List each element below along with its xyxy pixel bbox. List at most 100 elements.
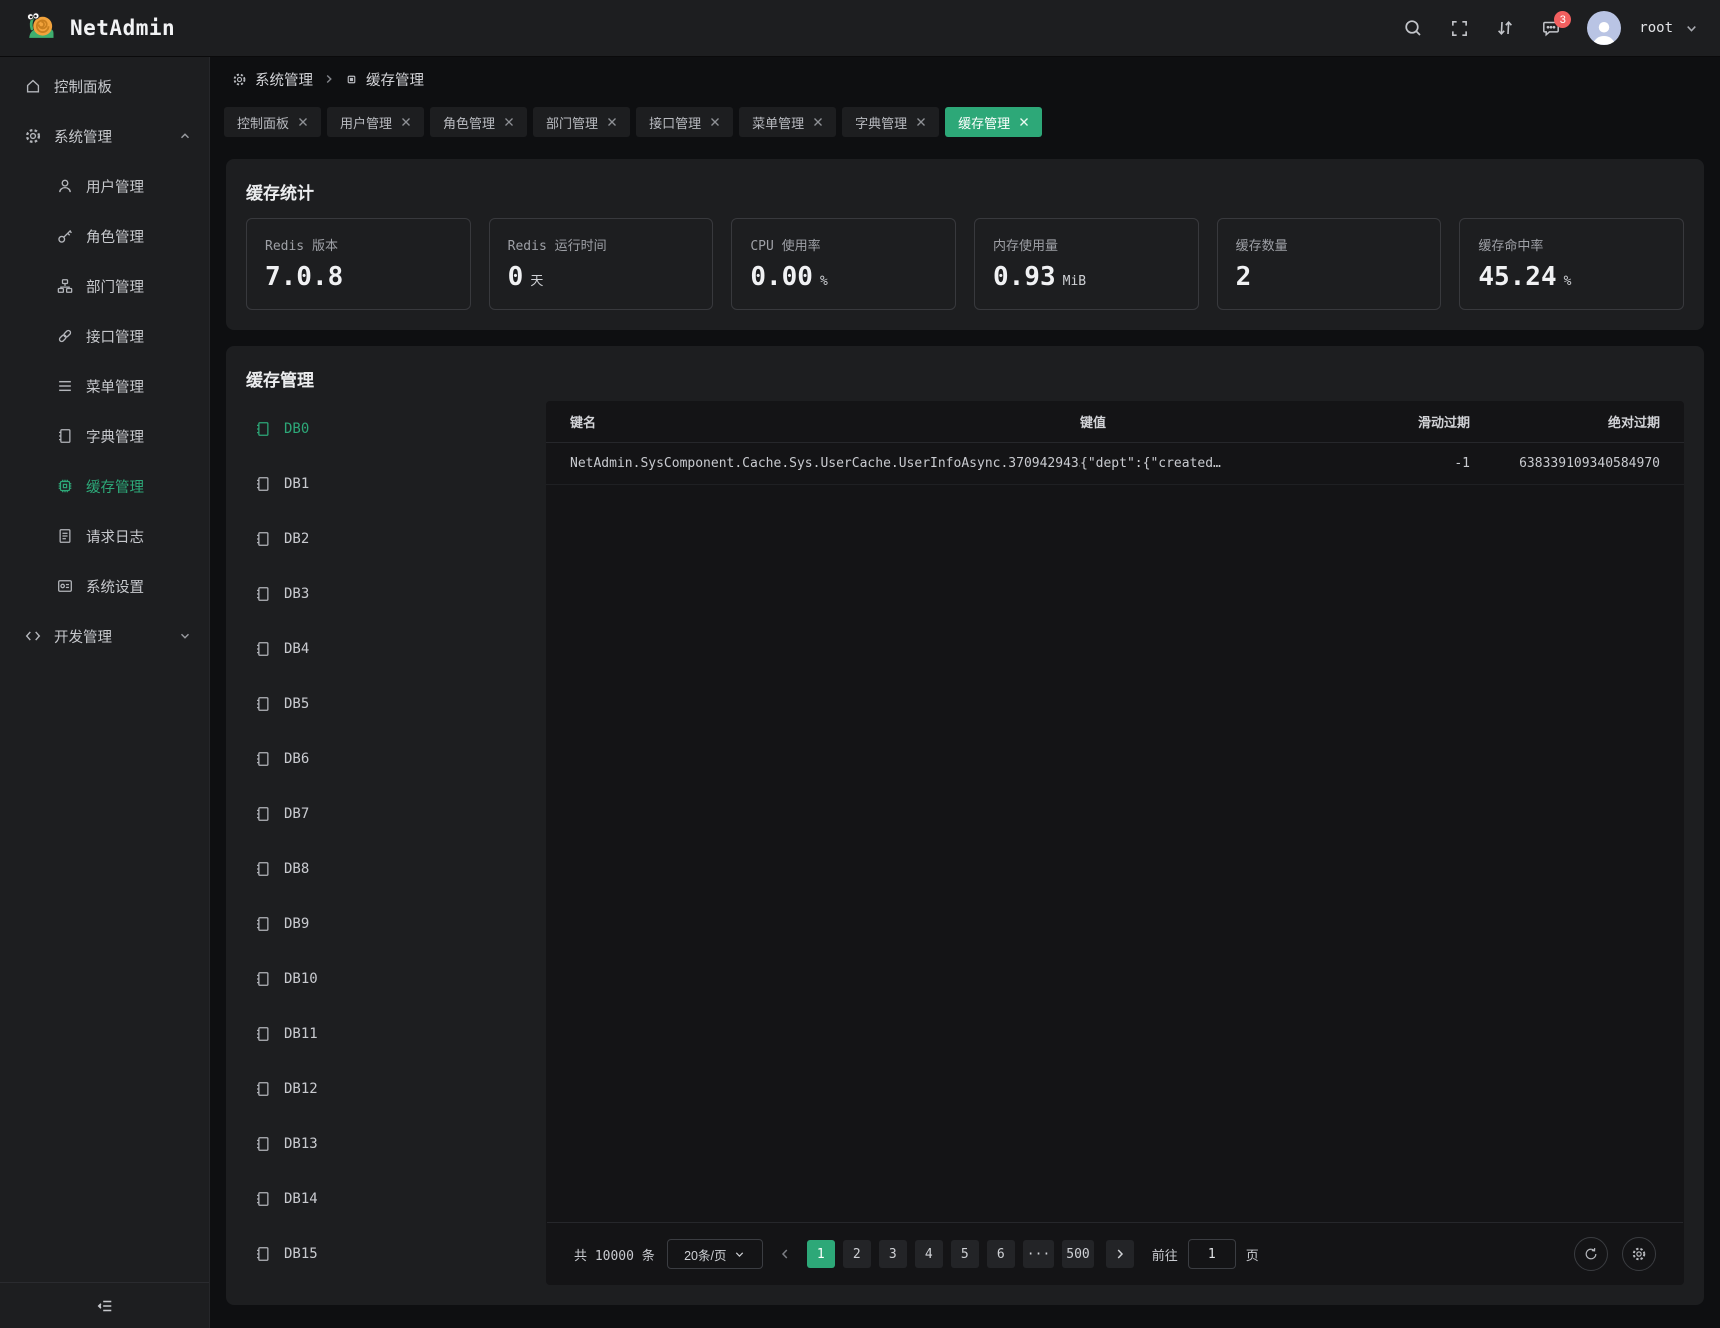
table-settings-button[interactable] [1622,1237,1656,1271]
db-label: DB11 [284,1026,318,1042]
user-menu-chevron-down-icon[interactable] [1685,22,1698,35]
page-button-500[interactable]: 500 [1062,1240,1093,1268]
db-item-db2[interactable]: DB2 [246,511,546,566]
stat-card-cpu-usage: CPU 使用率 0.00% [731,218,956,310]
refresh-button[interactable] [1574,1237,1608,1271]
db-label: DB7 [284,806,309,822]
page-button-2[interactable]: 2 [843,1240,871,1268]
db-item-db13[interactable]: DB13 [246,1116,546,1171]
db-item-db0[interactable]: DB0 [246,401,546,456]
sidebar-item-development[interactable]: 开发管理 [0,611,209,661]
db-item-db3[interactable]: DB3 [246,566,546,621]
sidebar-item-menus[interactable]: 菜单管理 [0,361,209,411]
tab-users[interactable]: 用户管理 [327,107,424,137]
database-icon [254,640,272,658]
db-item-db5[interactable]: DB5 [246,676,546,731]
stat-label: 缓存数量 [1236,235,1423,254]
tab-dashboard[interactable]: 控制面板 [224,107,321,137]
main-area: 缓存统计 Redis 版本 7.0.8 Redis 运行时间 0天 CPU 使用… [210,143,1720,1328]
tab-departments[interactable]: 部门管理 [533,107,630,137]
database-icon [254,750,272,768]
prev-page-button[interactable] [775,1248,795,1260]
tab-dictionary[interactable]: 字典管理 [842,107,939,137]
goto-page-input[interactable] [1188,1239,1236,1269]
page-button-4[interactable]: 4 [915,1240,943,1268]
sidebar-item-system[interactable]: 系统管理 [0,111,209,161]
key-icon [56,227,74,245]
sidebar-item-label: 角色管理 [86,226,144,247]
sidebar-item-departments[interactable]: 部门管理 [0,261,209,311]
fullscreen-button[interactable] [1441,10,1477,46]
db-item-db11[interactable]: DB11 [246,1006,546,1061]
brand[interactable]: NetAdmin [22,10,175,46]
sidebar-item-dashboard[interactable]: 控制面板 [0,61,209,111]
sidebar-item-request-logs[interactable]: 请求日志 [0,511,209,561]
tab-label: 控制面板 [237,113,289,132]
next-page-button[interactable] [1106,1240,1134,1268]
username-label[interactable]: root [1639,20,1673,36]
db-label: DB10 [284,971,318,987]
cache-table-container: 键名 键值 滑动过期 绝对过期 NetAdmin.SysComponent.Ca… [546,401,1684,1285]
sidebar-item-label: 控制面板 [54,76,112,97]
db-label: DB5 [284,696,309,712]
search-button[interactable] [1395,10,1431,46]
code-icon [24,627,42,645]
close-icon[interactable] [298,117,308,127]
close-icon[interactable] [1019,117,1029,127]
db-item-db15[interactable]: DB15 [246,1226,546,1281]
db-item-db14[interactable]: DB14 [246,1171,546,1226]
sidebar-item-label: 请求日志 [86,526,144,547]
sidebar-collapse-button[interactable] [0,1282,209,1328]
page-button-5[interactable]: 5 [951,1240,979,1268]
breadcrumb-system[interactable]: 系统管理 [232,69,313,90]
layout-switch-button[interactable] [1487,10,1523,46]
notifications-button[interactable]: 3 [1533,10,1569,46]
close-icon[interactable] [710,117,720,127]
gear-icon [232,72,247,87]
page-button-6[interactable]: 6 [987,1240,1015,1268]
stat-card-memory-usage: 内存使用量 0.93MiB [974,218,1199,310]
tab-api[interactable]: 接口管理 [636,107,733,137]
sidebar-item-settings[interactable]: 系统设置 [0,561,209,611]
page-size-value: 20条/页 [684,1245,726,1264]
db-item-db12[interactable]: DB12 [246,1061,546,1116]
db-item-db7[interactable]: DB7 [246,786,546,841]
page-ellipsis-button[interactable]: ··· [1023,1240,1054,1268]
close-icon[interactable] [813,117,823,127]
breadcrumb-cache[interactable]: 缓存管理 [345,69,424,90]
book-icon [56,427,74,445]
sidebar-item-cache[interactable]: 缓存管理 [0,461,209,511]
db-item-db10[interactable]: DB10 [246,951,546,1006]
close-icon[interactable] [607,117,617,127]
db-label: DB12 [284,1081,318,1097]
table-row[interactable]: NetAdmin.SysComponent.Cache.Sys.UserCach… [546,443,1684,485]
page-button-1[interactable]: 1 [807,1240,835,1268]
db-label: DB2 [284,531,309,547]
sidebar-item-label: 系统设置 [86,576,144,597]
close-icon[interactable] [401,117,411,127]
db-item-db1[interactable]: DB1 [246,456,546,511]
close-icon[interactable] [916,117,926,127]
fullscreen-icon [1450,19,1469,38]
db-item-db8[interactable]: DB8 [246,841,546,896]
sidebar-item-dictionary[interactable]: 字典管理 [0,411,209,461]
db-item-db9[interactable]: DB9 [246,896,546,951]
gear-icon [24,127,42,145]
user-avatar[interactable] [1587,11,1621,45]
page-button-3[interactable]: 3 [879,1240,907,1268]
db-list: DB0 DB1 DB2 DB3 DB4 DB5 DB6 DB7 DB8 DB9 … [246,401,546,1285]
db-item-db6[interactable]: DB6 [246,731,546,786]
tab-label: 角色管理 [443,113,495,132]
close-icon[interactable] [504,117,514,127]
tab-roles[interactable]: 角色管理 [430,107,527,137]
tab-cache[interactable]: 缓存管理 [945,107,1042,137]
table-tools [1574,1237,1656,1271]
sidebar-item-roles[interactable]: 角色管理 [0,211,209,261]
sidebar-item-users[interactable]: 用户管理 [0,161,209,211]
page-buttons: 1 2 3 4 5 6 ··· 500 [807,1240,1094,1268]
tab-menus[interactable]: 菜单管理 [739,107,836,137]
db-item-db4[interactable]: DB4 [246,621,546,676]
sidebar-item-api[interactable]: 接口管理 [0,311,209,361]
page-size-select[interactable]: 20条/页 [667,1239,763,1269]
stat-value: 7.0.8 [265,262,343,292]
